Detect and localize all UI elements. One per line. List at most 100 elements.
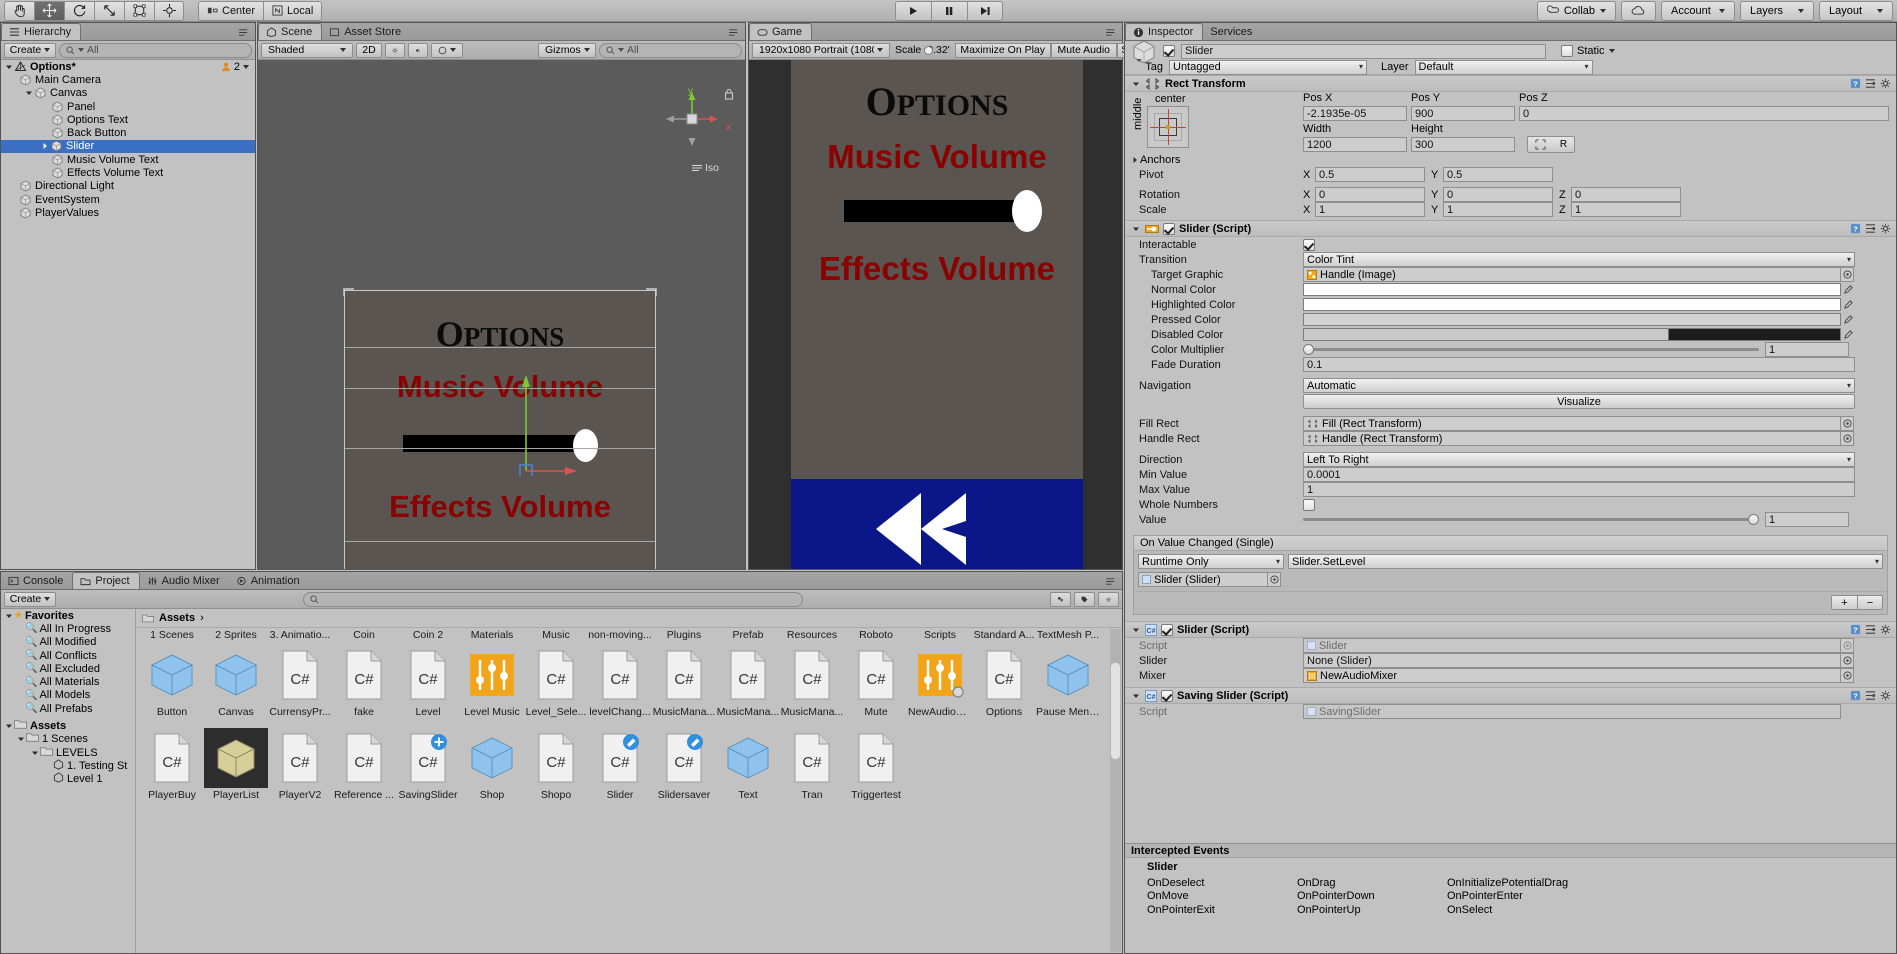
navigation-dropdown[interactable]: Automatic ▾ [1303,378,1855,393]
asset-item-playerlist[interactable]: PlayerList [204,728,268,801]
layout-button[interactable]: Layout [1819,0,1893,21]
tab-hierarchy[interactable]: Hierarchy [1,23,82,40]
asset-item-script[interactable]: C# Level [396,645,460,718]
project-search-input[interactable] [303,591,803,607]
project-fav-item[interactable]: 🔍 All Materials [1,675,135,688]
game-slider-handle[interactable] [1012,190,1042,232]
event-remove-button[interactable]: − [1857,595,1883,610]
rotation-y-field[interactable]: 0 [1443,187,1553,202]
scene-menu-button[interactable] [728,28,741,37]
project-tree-item[interactable]: 1. Testing St [1,759,135,772]
project-tree-item[interactable]: 1 Scenes [1,733,135,746]
static-checkbox[interactable] [1561,45,1573,57]
tab-asset-store[interactable]: Asset Store [322,23,410,40]
scene-orientation-gizmo[interactable] [661,88,723,150]
asset-item-script[interactable]: C# MusicMana... [652,645,716,718]
project-fav-item[interactable]: 🔍 All Modified [1,636,135,649]
fade-duration-field[interactable]: 0.1 [1303,357,1855,372]
color-multiplier-value[interactable]: 1 [1765,342,1849,357]
project-favorites-button[interactable] [1098,591,1119,607]
hierarchy-row-panel[interactable]: Panel [1,100,255,113]
asset-item-script[interactable]: C# levelChang... [588,645,652,718]
min-value-field[interactable]: 0.0001 [1303,467,1855,482]
transition-dropdown[interactable]: Color Tint ▾ [1303,252,1855,267]
preset-icon[interactable] [1865,78,1876,89]
hierarchy-tree[interactable]: Options* 2 Main Camera Canvas Panel Opti… [1,60,255,569]
scale-x-field[interactable]: 1 [1315,202,1425,217]
scene-audio-toggle[interactable] [408,42,428,58]
asset-item-script[interactable]: C# MusicMana... [780,645,844,718]
tab-inspector[interactable]: Inspector [1125,23,1204,40]
twisty-down-icon[interactable] [3,63,14,71]
twisty-down-icon[interactable] [1130,80,1141,88]
preset-icon[interactable] [1865,223,1876,234]
tab-services[interactable]: Services [1203,23,1261,40]
asset-item-shop[interactable]: Shop [460,728,524,801]
asset-item-reference[interactable]: C# Reference ... [332,728,396,801]
slider-script-header[interactable]: Slider (Script) ? [1125,220,1896,237]
layers-button[interactable]: Layers [1740,0,1814,21]
twisty-right-icon[interactable] [1129,156,1140,164]
rotation-x-field[interactable]: 0 [1315,187,1425,202]
twisty-down-icon[interactable] [3,612,14,620]
project-tree-item[interactable]: LEVELS [1,746,135,759]
project-asset-grid[interactable]: Assets › 1 Scenes 2 Sprites 3. Animatio.… [136,609,1122,953]
pivot-y-field[interactable]: 0.5 [1443,167,1553,182]
highlighted-color-swatch[interactable] [1303,298,1841,311]
tab-console[interactable]: Console [1,572,72,589]
twisty-right-icon[interactable] [39,142,50,150]
script2-mixer-picker[interactable] [1841,668,1854,683]
hierarchy-row-directional-light[interactable]: Directional Light [1,180,255,193]
height-field[interactable]: 300 [1411,137,1515,152]
pivot-x-field[interactable]: 0.5 [1315,167,1425,182]
twisty-down-icon[interactable] [1130,225,1141,233]
event-object-picker[interactable] [1268,572,1281,587]
hierarchy-row-scene[interactable]: Options* 2 [1,60,255,73]
rect-tool-button[interactable] [124,0,154,21]
saving-slider-header[interactable]: C# Saving Slider (Script) ? [1125,687,1896,704]
collab-button[interactable]: Collab [1536,0,1616,21]
tab-audio-mixer[interactable]: Audio Mixer [140,572,229,589]
twisty-down-icon[interactable] [15,735,26,743]
hand-tool-button[interactable] [4,0,34,21]
twisty-down-icon[interactable] [1130,626,1141,634]
event-mode-dropdown[interactable]: Runtime Only ▾ [1138,554,1284,569]
twisty-down-icon[interactable] [1130,692,1141,700]
hierarchy-row-effects-volume-text[interactable]: Effects Volume Text [1,166,255,179]
pressed-color-swatch[interactable] [1303,313,1841,326]
tag-dropdown[interactable]: Untagged ▾ [1169,59,1367,75]
asset-item-text[interactable]: Text [716,728,780,801]
hierarchy-row-back-button[interactable]: Back Button [1,126,255,139]
eyedropper-icon[interactable] [1841,284,1855,295]
asset-item-shopo[interactable]: C# Shopo [524,728,588,801]
layer-dropdown[interactable]: Default ▾ [1414,59,1593,75]
eyedropper-icon[interactable] [1841,299,1855,310]
static-toggle[interactable]: Static [1561,45,1615,57]
asset-item-script[interactable]: C# fake [332,645,396,718]
tab-project[interactable]: Project [72,572,140,589]
tab-animation[interactable]: Animation [229,572,309,589]
game-maximize-toggle[interactable]: Maximize On Play [954,42,1051,58]
scene-canvas-rect[interactable]: OPTIONS Music Volume Effects Volume ✻ [344,290,656,569]
account-button[interactable]: Account [1661,0,1735,21]
game-mute-toggle[interactable]: Mute Audio [1050,42,1117,58]
asset-item-canvas[interactable]: Canvas [204,645,268,718]
value-slider[interactable] [1303,513,1759,526]
project-breadcrumb[interactable]: Assets › [136,609,1122,628]
asset-item-script[interactable]: C# MusicMana... [716,645,780,718]
asset-item-pausemenu[interactable]: Pause Menu... [1036,645,1100,718]
scene-slider-widget[interactable] [403,429,603,462]
scale-z-field[interactable]: 1 [1571,202,1681,217]
project-fav-item[interactable]: 🔍 All Models [1,689,135,702]
play-button[interactable] [894,0,931,21]
asset-item-triggertest[interactable]: C# Triggertest [844,728,908,801]
project-filter-label-button[interactable] [1074,591,1095,607]
eyedropper-icon[interactable] [1841,329,1855,340]
scene-draw-mode-dropdown[interactable]: Shaded [261,42,353,58]
scene-viewport[interactable]: y x Iso OPTIONS Music Volume Effects Vol… [258,60,745,569]
gear-icon[interactable] [1880,690,1891,701]
scene-fx-dropdown[interactable] [431,42,463,58]
hierarchy-row-options-text[interactable]: Options Text [1,113,255,126]
saving-slider-enabled-checkbox[interactable] [1161,689,1173,702]
anchor-preset-button[interactable] [1147,106,1189,148]
